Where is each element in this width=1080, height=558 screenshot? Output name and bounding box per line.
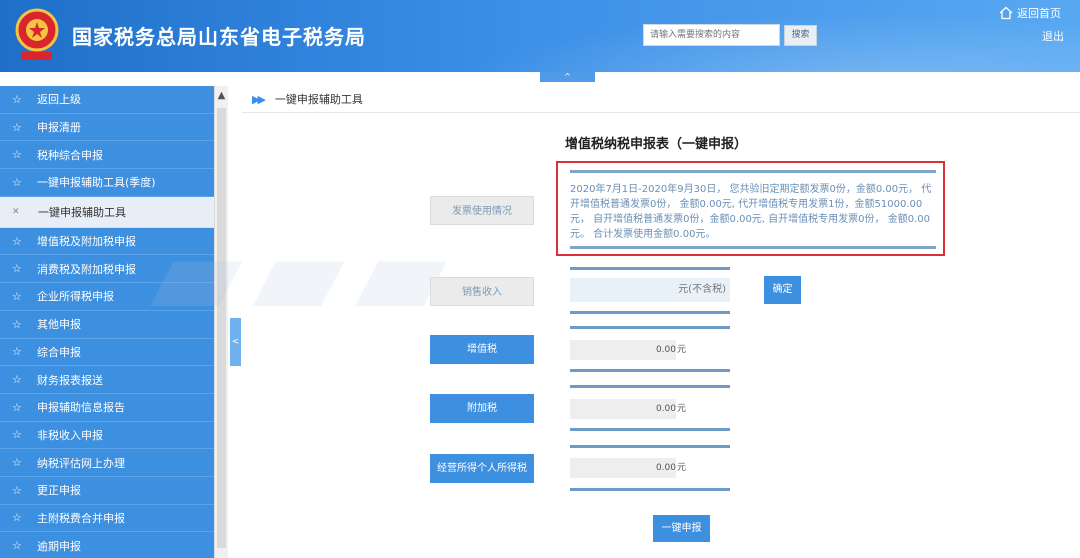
confirm-button[interactable]: 确定 <box>764 276 801 304</box>
sidebar-item-filing-list[interactable]: ☆ 申报清册 <box>0 113 214 142</box>
invoice-usage-label: 发票使用情况 <box>430 196 534 225</box>
sidebar-item-label: 综合申报 <box>37 345 81 359</box>
sidebar-toggle-button[interactable]: < <box>230 318 241 366</box>
sidebar-item-label: 更正申报 <box>37 484 81 498</box>
sidebar-item-label: 纳税评估网上办理 <box>37 456 125 470</box>
sidebar-item-label: 一键申报辅助工具 <box>38 205 126 219</box>
star-icon: ☆ <box>12 511 22 525</box>
business-income-tax-label: 经营所得个人所得税 <box>430 454 534 483</box>
sidebar-item-auxiliary-info[interactable]: ☆ 申报辅助信息报告 <box>0 393 214 422</box>
invoice-info-text: 2020年7月1日-2020年9月30日， 您共验旧定期定额发票0份，金额0.0… <box>570 184 932 240</box>
vat-unit: 元 <box>677 345 687 355</box>
info-top-bar <box>570 170 936 173</box>
business-income-tax-unit: 元 <box>677 463 687 473</box>
vat-value: 0.00 <box>570 340 676 360</box>
logout-link[interactable]: 退出 <box>1042 28 1064 44</box>
sidebar-item-label: 财务报表报送 <box>37 373 103 387</box>
sales-revenue-label: 销售收入 <box>430 277 534 306</box>
sidebar-item-vat-surcharge[interactable]: ☆ 增值税及附加税申报 <box>0 227 214 256</box>
info-bottom-bar <box>570 246 936 249</box>
star-icon: ☆ <box>12 456 22 470</box>
sidebar-item-one-click-quarterly[interactable]: ☆ 一键申报辅助工具(季度) <box>0 169 214 197</box>
sidebar-item-one-click-tool[interactable]: ✕ 一键申报辅助工具 <box>0 196 214 228</box>
vat-label: 增值税 <box>430 335 534 364</box>
breadcrumb-current: 一键申报辅助工具 <box>274 93 363 106</box>
divider-bar <box>570 428 730 431</box>
star-icon: ☆ <box>12 539 22 553</box>
home-link-label: 返回首页 <box>1017 7 1061 20</box>
sidebar-item-general[interactable]: ☆ 综合申报 <box>0 338 214 367</box>
surcharge-label: 附加税 <box>430 394 534 423</box>
divider-bar <box>570 267 730 270</box>
sidebar-item-label: 返回上级 <box>37 93 81 107</box>
divider-bar <box>570 326 730 329</box>
search-input[interactable] <box>643 24 780 46</box>
star-icon: ☆ <box>12 428 22 442</box>
sidebar-item-non-tax-income[interactable]: ☆ 非税收入申报 <box>0 421 214 450</box>
sidebar-item-tax-assessment[interactable]: ☆ 纳税评估网上办理 <box>0 449 214 477</box>
breadcrumb-divider <box>242 112 1080 113</box>
star-icon: ☆ <box>12 345 22 359</box>
sidebar-item-label: 企业所得税申报 <box>37 290 114 304</box>
header-collapse-tab[interactable]: ^ <box>540 72 595 82</box>
double-arrow-icon: ▶▶ <box>252 92 266 106</box>
sidebar-item-label: 非税收入申报 <box>37 428 103 442</box>
sidebar-item-label: 其他申报 <box>37 318 81 332</box>
search-button[interactable]: 搜索 <box>784 25 817 46</box>
sidebar-item-label: 申报辅助信息报告 <box>37 401 125 415</box>
star-icon: ☆ <box>12 400 22 414</box>
sidebar-item-comprehensive-tax[interactable]: ☆ 税种综合申报 <box>0 141 214 170</box>
dot-icon: ✕ <box>12 206 20 217</box>
star-icon: ☆ <box>12 483 22 497</box>
sidebar-item-merged-filing[interactable]: ☆ 主附税费合并申报 <box>0 504 214 533</box>
sidebar-item-back[interactable]: ☆ 返回上级 <box>0 86 214 114</box>
star-icon: ☆ <box>12 148 22 162</box>
divider-bar <box>570 445 730 448</box>
sidebar-item-label: 逾期申报 <box>37 539 81 553</box>
scroll-up-arrow-icon[interactable]: ▲ <box>215 90 228 104</box>
star-icon: ☆ <box>12 373 22 387</box>
sidebar-item-corporate-income-tax[interactable]: ☆ 企业所得税申报 <box>0 283 214 311</box>
sidebar-item-label: 一键申报辅助工具(季度) <box>37 176 156 190</box>
divider-bar <box>570 369 730 372</box>
star-icon: ☆ <box>12 262 22 276</box>
business-income-tax-value: 0.00 <box>570 458 676 478</box>
star-icon: ☆ <box>12 92 22 106</box>
sidebar-item-consumption-tax[interactable]: ☆ 消费税及附加税申报 <box>0 255 214 284</box>
sidebar-menu: ☆ 返回上级 ☆ 申报清册 ☆ 税种综合申报 ☆ 一键申报辅助工具(季度) ✕ 一键申报辅… <box>0 86 214 558</box>
sidebar-item-label: 税种综合申报 <box>37 148 103 162</box>
sidebar-scrollbar[interactable]: ▲ <box>214 86 228 558</box>
star-icon: ☆ <box>12 120 22 134</box>
sidebar-item-financial-reports[interactable]: ☆ 财务报表报送 <box>0 366 214 394</box>
scrollbar-thumb[interactable] <box>217 108 226 548</box>
breadcrumb: ▶▶ 一键申报辅助工具 <box>252 90 363 108</box>
sales-revenue-input[interactable]: 元(不含税) <box>570 278 730 302</box>
star-icon: ☆ <box>12 175 22 189</box>
sidebar-item-label: 增值税及附加税申报 <box>37 235 136 249</box>
sidebar-item-label: 消费税及附加税申报 <box>37 262 136 276</box>
sidebar-item-label: 申报清册 <box>37 121 81 135</box>
site-title: 国家税务总局山东省电子税务局 <box>72 25 366 49</box>
home-icon <box>999 6 1013 20</box>
divider-bar <box>570 385 730 388</box>
sidebar: ☆ 返回上级 ☆ 申报清册 ☆ 税种综合申报 ☆ 一键申报辅助工具(季度) ✕ 一键申报辅… <box>0 86 228 558</box>
sidebar-item-other[interactable]: ☆ 其他申报 <box>0 310 214 339</box>
sidebar-item-correction[interactable]: ☆ 更正申报 <box>0 476 214 505</box>
home-link[interactable]: 返回首页 <box>999 5 1061 21</box>
surcharge-value: 0.00 <box>570 399 676 419</box>
form-title: 增值税纳税申报表（一键申报） <box>565 137 748 152</box>
star-icon: ☆ <box>12 289 22 303</box>
sidebar-item-overdue[interactable]: ☆ 逾期申报 <box>0 532 214 558</box>
surcharge-unit: 元 <box>677 404 687 414</box>
divider-bar <box>570 311 730 314</box>
app-header: 国家税务总局山东省电子税务局 搜索 返回首页 退出 <box>0 0 1080 72</box>
star-icon: ☆ <box>12 317 22 331</box>
tax-emblem-icon <box>15 8 59 60</box>
sidebar-item-label: 主附税费合并申报 <box>37 511 125 525</box>
one-click-submit-button[interactable]: 一键申报 <box>653 515 710 542</box>
star-icon: ☆ <box>12 234 22 248</box>
divider-bar <box>570 488 730 491</box>
